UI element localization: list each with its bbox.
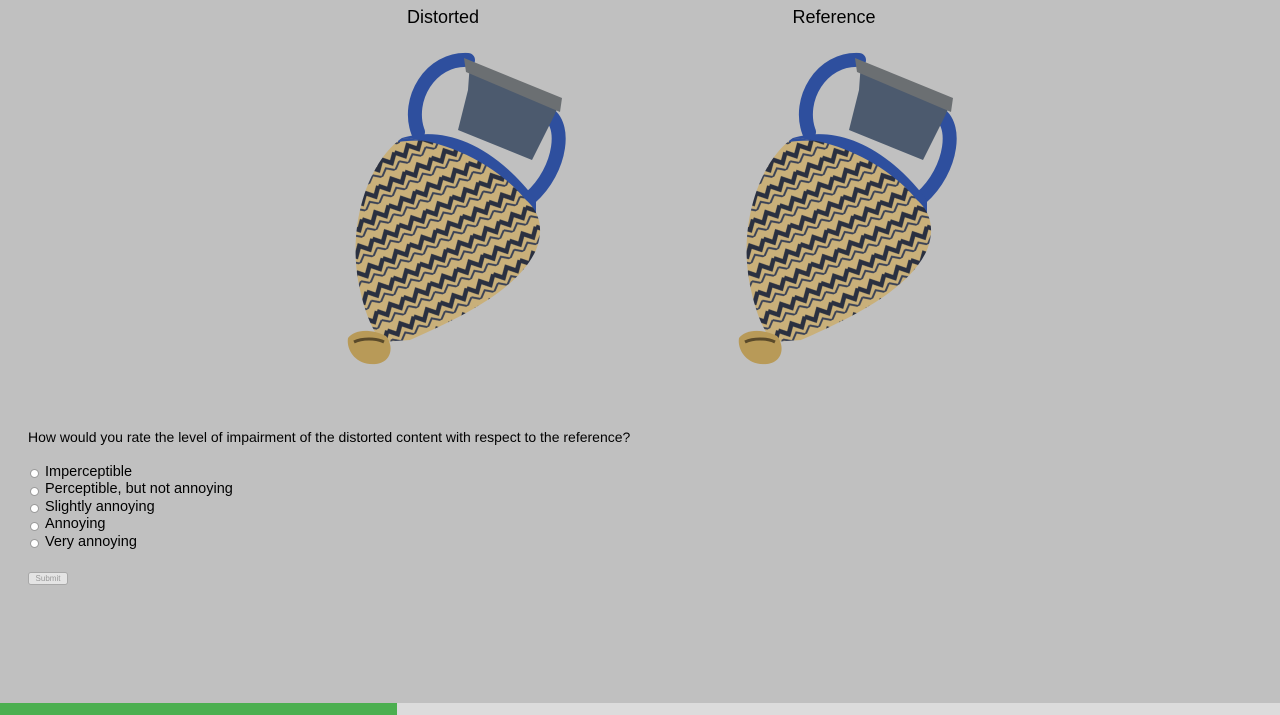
- option-label: Very annoying: [45, 533, 137, 550]
- option-label: Annoying: [45, 516, 106, 533]
- rating-options: Imperceptible Perceptible, but not annoy…: [28, 463, 233, 551]
- option-label: Slightly annoying: [45, 498, 155, 515]
- reference-title: Reference: [792, 7, 876, 27]
- submit-button[interactable]: Submit: [28, 572, 68, 585]
- distorted-vase-image: [347, 53, 566, 365]
- radio-button[interactable]: [30, 539, 39, 549]
- radio-button[interactable]: [30, 521, 39, 531]
- option-perceptible-not-annoying[interactable]: Perceptible, but not annoying: [28, 481, 233, 499]
- option-imperceptible[interactable]: Imperceptible: [28, 463, 233, 481]
- option-very-annoying[interactable]: Very annoying: [28, 533, 233, 551]
- option-label: Perceptible, but not annoying: [45, 481, 233, 498]
- rating-question: How would you rate the level of impairme…: [28, 429, 631, 445]
- progress-bar: [0, 703, 1280, 715]
- progress-bar-fill: [0, 703, 397, 715]
- distorted-title: Distorted: [406, 7, 480, 27]
- radio-button[interactable]: [30, 486, 39, 496]
- option-slightly-annoying[interactable]: Slightly annoying: [28, 498, 233, 516]
- reference-vase-image: [738, 53, 957, 365]
- radio-button[interactable]: [30, 469, 39, 479]
- radio-button[interactable]: [30, 504, 39, 514]
- option-annoying[interactable]: Annoying: [28, 516, 233, 534]
- option-label: Imperceptible: [45, 463, 133, 480]
